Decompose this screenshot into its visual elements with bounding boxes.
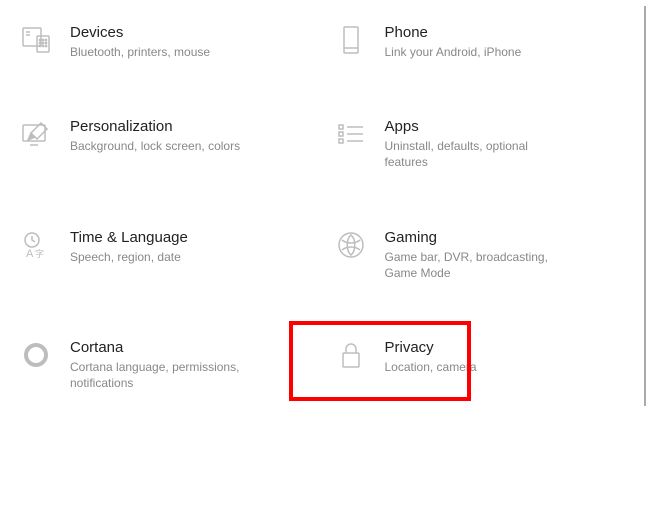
tile-sub: Location, camera	[385, 359, 477, 375]
tile-title: Privacy	[385, 339, 477, 356]
tile-text: Time & Language Speech, region, date	[70, 229, 188, 265]
tile-title: Cortana	[70, 339, 260, 356]
tile-title: Personalization	[70, 118, 240, 135]
tile-privacy[interactable]: Privacy Location, camera	[335, 335, 640, 395]
tile-personalization[interactable]: Personalization Background, lock screen,…	[20, 114, 325, 174]
tile-phone[interactable]: Phone Link your Android, iPhone	[335, 20, 640, 64]
tile-sub: Bluetooth, printers, mouse	[70, 44, 210, 60]
personalization-icon	[20, 118, 52, 150]
tile-title: Phone	[385, 24, 522, 41]
tile-text: Phone Link your Android, iPhone	[385, 24, 522, 60]
apps-icon	[335, 118, 367, 150]
tile-text: Gaming Game bar, DVR, broadcasting, Game…	[385, 229, 575, 281]
tile-time-language[interactable]: A 字 Time & Language Speech, region, date	[20, 225, 325, 285]
tile-title: Devices	[70, 24, 210, 41]
lock-icon	[335, 339, 367, 371]
tile-title: Gaming	[385, 229, 575, 246]
tile-sub: Speech, region, date	[70, 249, 188, 265]
svg-text:A: A	[26, 248, 34, 259]
tile-cortana[interactable]: Cortana Cortana language, permissions, n…	[20, 335, 325, 395]
tile-text: Personalization Background, lock screen,…	[70, 118, 240, 154]
tile-gaming[interactable]: Gaming Game bar, DVR, broadcasting, Game…	[335, 225, 640, 285]
tile-text: Privacy Location, camera	[385, 339, 477, 375]
tile-sub: Game bar, DVR, broadcasting, Game Mode	[385, 249, 575, 281]
tile-text: Cortana Cortana language, permissions, n…	[70, 339, 260, 391]
gaming-icon	[335, 229, 367, 261]
tile-text: Devices Bluetooth, printers, mouse	[70, 24, 210, 60]
tile-apps[interactable]: Apps Uninstall, defaults, optional featu…	[335, 114, 640, 174]
scrollbar[interactable]	[644, 6, 646, 406]
tile-sub: Background, lock screen, colors	[70, 138, 240, 154]
tile-title: Time & Language	[70, 229, 188, 246]
tile-sub: Link your Android, iPhone	[385, 44, 522, 60]
tile-text: Apps Uninstall, defaults, optional featu…	[385, 118, 575, 170]
tile-devices[interactable]: Devices Bluetooth, printers, mouse	[20, 20, 325, 64]
tile-sub: Uninstall, defaults, optional features	[385, 138, 575, 170]
svg-text:字: 字	[35, 248, 44, 259]
cortana-icon	[20, 339, 52, 371]
tile-sub: Cortana language, permissions, notificat…	[70, 359, 260, 391]
devices-icon	[20, 24, 52, 56]
tile-title: Apps	[385, 118, 575, 135]
time-language-icon: A 字	[20, 229, 52, 261]
phone-icon	[335, 24, 367, 56]
